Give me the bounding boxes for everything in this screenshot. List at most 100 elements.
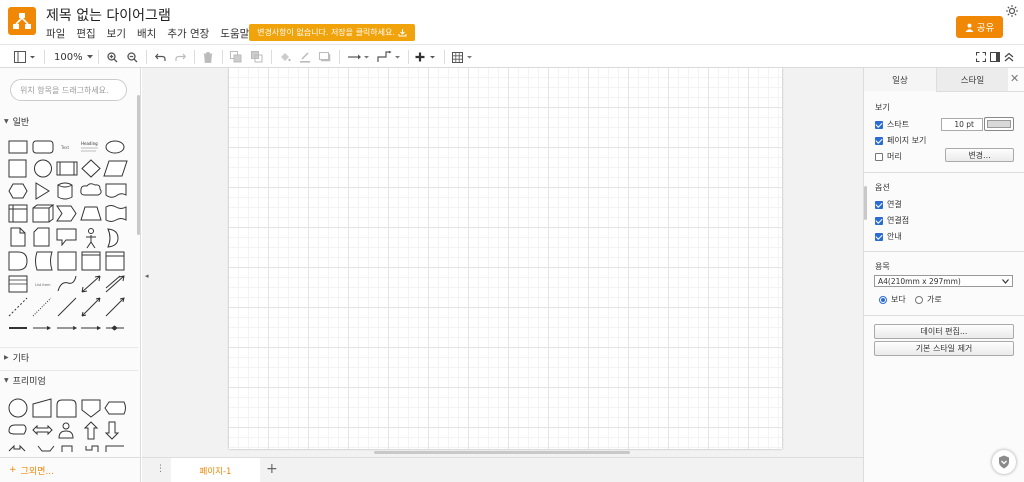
waypoints-icon[interactable] [376, 49, 402, 65]
to-back-icon[interactable] [250, 49, 264, 65]
canvas-horizontal-scrollbar[interactable] [374, 451, 630, 454]
options-section-heading: 옵션 [875, 183, 890, 192]
insert-icon[interactable] [414, 49, 438, 65]
zoom-out-icon[interactable] [125, 49, 139, 65]
shape-premium-partial-e [105, 445, 124, 452]
chevron-down-icon [86, 55, 93, 59]
to-front-icon[interactable] [229, 49, 243, 65]
tab-diagram[interactable]: 일상 [864, 68, 936, 92]
fullscreen-icon[interactable] [975, 49, 987, 65]
shape-actor [86, 235, 96, 249]
grid-color-picker[interactable] [984, 117, 1014, 131]
add-page-icon[interactable]: + [266, 461, 278, 477]
grid-option[interactable]: 스타트 [875, 119, 909, 130]
landscape-option[interactable]: 가로 [915, 294, 942, 305]
diagram-page[interactable] [229, 68, 782, 449]
diagram-canvas[interactable] [142, 68, 863, 457]
undo-icon[interactable] [153, 49, 167, 65]
shape-list [105, 251, 125, 271]
connections-option[interactable]: 연결 [875, 199, 902, 210]
more-shapes-label: 그외면... [20, 466, 54, 477]
menu-help[interactable]: 도움말 [220, 26, 249, 40]
line-color-icon[interactable] [298, 49, 312, 65]
shape-rectangle [8, 140, 28, 154]
table-icon[interactable] [451, 49, 475, 65]
change-background-button[interactable]: 변경... [945, 148, 1014, 162]
header: 제목 없는 다이어그램 파일 편집 보기 배치 추가 연장 도움말 변경사항이 … [0, 0, 1024, 44]
guides-checkbox[interactable] [875, 232, 883, 241]
collapse-icon[interactable] [1003, 49, 1015, 65]
fill-color-icon[interactable] [278, 49, 292, 65]
guides-option[interactable]: 안내 [875, 231, 902, 242]
shield-icon[interactable] [992, 450, 1016, 474]
shape-premium-rounded-tab [56, 399, 77, 418]
clear-default-style-button[interactable]: 기본 스타일 제거 [874, 341, 1014, 356]
unsaved-changes-label: 변경사항이 없습니다. 저장을 클릭하세요. [257, 28, 395, 37]
shape-cube [32, 204, 55, 223]
zoom-in-icon[interactable] [105, 49, 119, 65]
shape-search-input[interactable]: 위치 항목을 드래그하세요. [10, 79, 127, 101]
menu-bar: 파일 편집 보기 배치 추가 연장 도움말 [46, 26, 249, 40]
shapes-scrollbar[interactable] [137, 95, 140, 235]
tab-diagram-label: 일상 [892, 75, 908, 86]
close-icon[interactable]: ✕ [1010, 72, 1019, 85]
shape-premium-down-arrow [104, 421, 120, 440]
diagram-title[interactable]: 제목 없는 다이어그램 [46, 5, 171, 25]
shape-delay [8, 251, 28, 271]
shadow-icon[interactable] [318, 49, 332, 65]
shape-internal-storage [8, 204, 28, 223]
more-shapes-button[interactable]: + 그외면... [0, 457, 141, 482]
unsaved-changes-button[interactable]: 변경사항이 없습니다. 저장을 클릭하세요. [249, 24, 415, 41]
menu-extras[interactable]: 추가 연장 [167, 26, 209, 40]
share-button[interactable]: 공유 [956, 16, 1003, 38]
connections-checkbox[interactable] [875, 200, 883, 209]
section-misc-header[interactable]: ▶ 기타 [0, 347, 138, 367]
menu-arrange[interactable]: 배치 [137, 26, 156, 40]
section-general-label: 일반 [12, 117, 30, 128]
general-shapes-grid[interactable]: Text Heading List item [6, 138, 132, 336]
page-tabs-bar: ⋮ 페이지-1 + [142, 457, 863, 482]
tab-style[interactable]: 스타일 [936, 68, 1008, 92]
connection-points-option[interactable]: 연결점 [875, 215, 909, 226]
background-option[interactable]: 머리 [875, 151, 902, 162]
app-window: 제목 없는 다이어그램 파일 편집 보기 배치 추가 연장 도움말 변경사항이 … [0, 0, 1024, 482]
format-panel-icon[interactable] [13, 49, 37, 65]
background-checkbox[interactable] [875, 152, 883, 161]
chevron-down-icon: ▼ [4, 117, 9, 125]
redo-icon[interactable] [173, 49, 187, 65]
format-panel: 일상 스타일 ✕ 보기 스타트 10 pt 페이지 보기 머리 변경... 옵션 [863, 68, 1024, 482]
drawio-logo-icon [8, 7, 36, 35]
page-view-checkbox[interactable] [875, 136, 883, 145]
shape-cloud [80, 183, 102, 196]
grid-checkbox[interactable] [875, 120, 883, 129]
zoom-select[interactable]: 100% [54, 49, 93, 65]
menu-file[interactable]: 파일 [46, 26, 65, 40]
page-view-option[interactable]: 페이지 보기 [875, 135, 926, 146]
menu-edit[interactable]: 편집 [76, 26, 95, 40]
connection-icon[interactable] [347, 49, 371, 65]
paper-size-select[interactable]: A4(210mm x 297mm) [874, 275, 1013, 287]
sidebar-splitter-handle[interactable]: ◂ [145, 272, 149, 280]
landscape-radio[interactable] [915, 295, 923, 304]
menu-view[interactable]: 보기 [107, 26, 126, 40]
premium-shapes-grid[interactable] [6, 396, 132, 457]
delete-icon[interactable] [201, 49, 215, 65]
shape-connector-arrow [33, 326, 52, 330]
format-toggle-icon[interactable] [989, 49, 1001, 65]
shape-premium-partial-c [61, 445, 73, 452]
portrait-radio[interactable] [879, 295, 887, 304]
edit-data-button[interactable]: 데이터 편집... [874, 324, 1014, 339]
shape-premium-partial-a [8, 444, 26, 452]
portrait-option[interactable]: 보다 [879, 294, 906, 305]
grid-size-input[interactable]: 10 pt [941, 118, 983, 131]
theme-toggle-icon[interactable] [1005, 3, 1019, 17]
page-tab[interactable]: 페이지-1 [171, 458, 260, 482]
shape-hexagon [8, 183, 28, 199]
pages-menu-icon[interactable]: ⋮ [156, 464, 165, 474]
section-premium-header[interactable]: ▼ 프리미엄 [0, 370, 138, 390]
section-general-header[interactable]: ▼ 일반 [0, 111, 138, 131]
connection-points-checkbox[interactable] [875, 216, 883, 225]
shape-trapezoid [80, 206, 102, 221]
shape-triangle [35, 182, 50, 200]
page-tab-label: 페이지-1 [199, 466, 232, 477]
